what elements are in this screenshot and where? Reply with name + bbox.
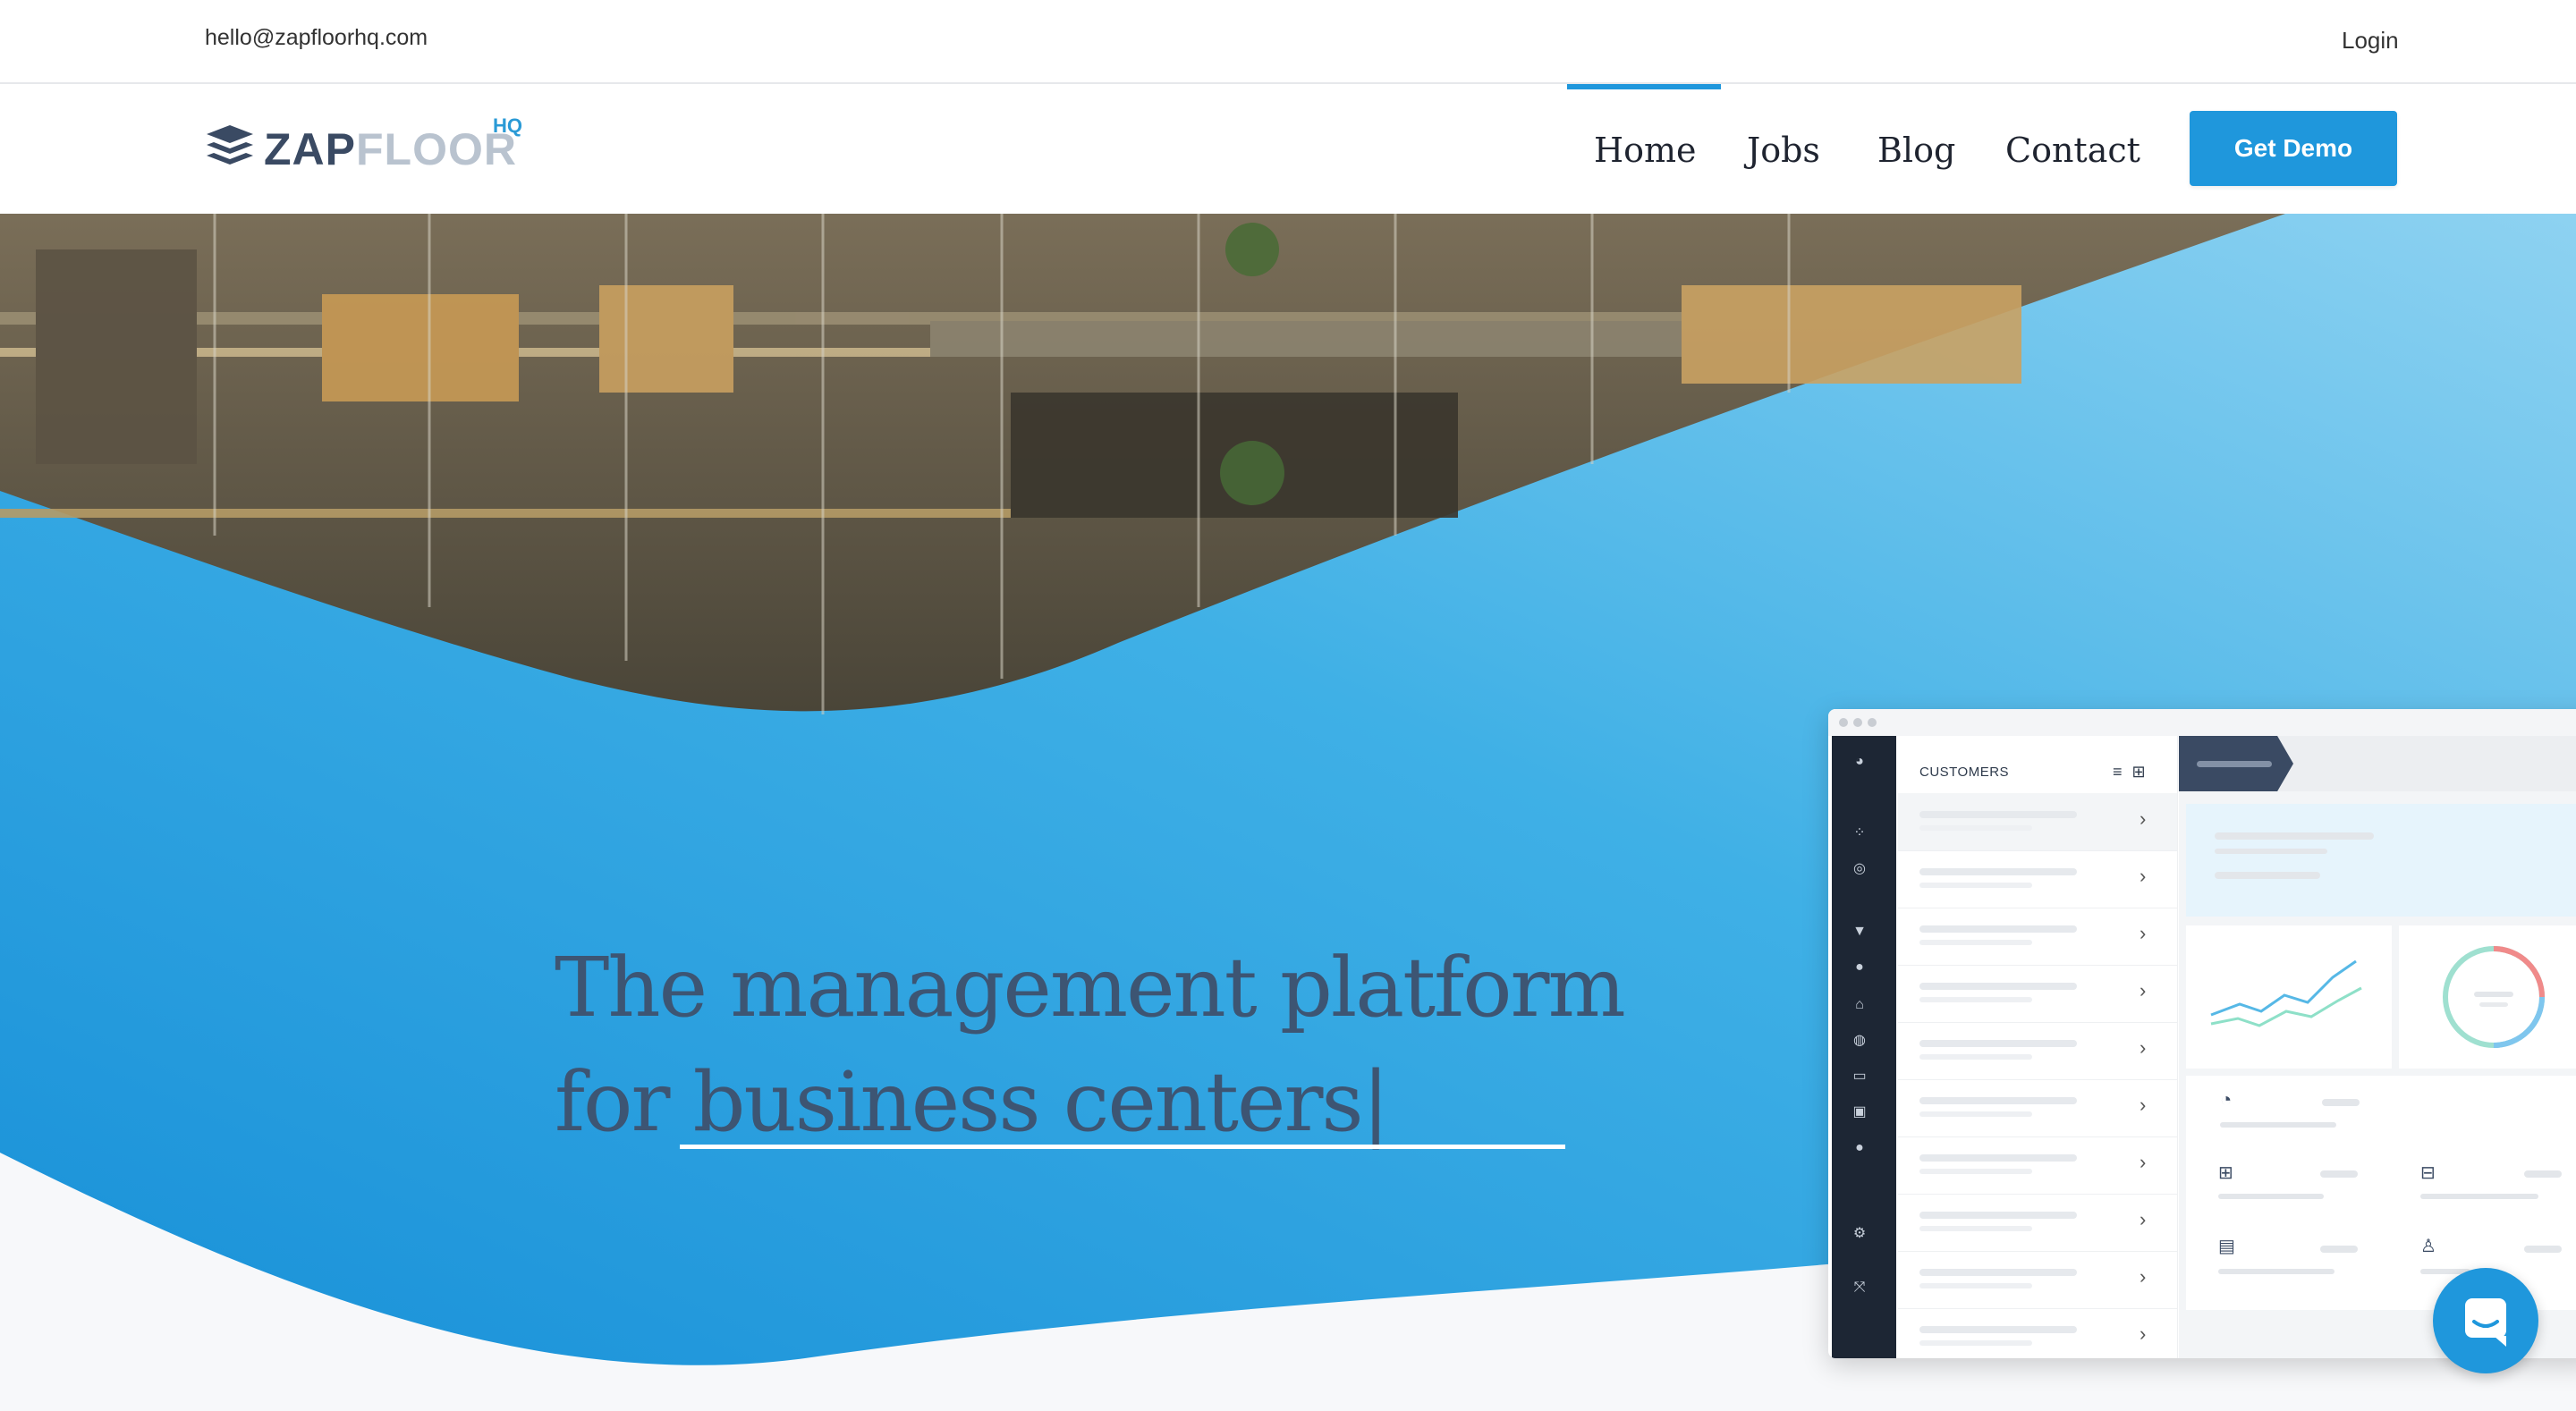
- list-item[interactable]: ›: [1898, 1308, 2177, 1358]
- contact-email[interactable]: hello@zapfloorhq.com: [205, 25, 428, 51]
- list-item[interactable]: ›: [1898, 850, 2177, 908]
- user-add-icon: ♙: [2420, 1237, 2436, 1256]
- headline-line-2: for business centers|: [555, 1054, 1390, 1150]
- gauge-icon: ◔: [2220, 1088, 2233, 1111]
- list-tools: ≡ ⊞: [2113, 763, 2146, 782]
- list-item[interactable]: ›: [1898, 965, 2177, 1023]
- detail-tab[interactable]: [2179, 736, 2293, 791]
- hero-headline: The management platform for business cen…: [555, 931, 1626, 1160]
- floorplan-icon: ⊞: [2218, 1163, 2233, 1183]
- chevron-right-icon: ›: [2140, 1208, 2147, 1230]
- expand-icon: ⤧: [1853, 1280, 1866, 1295]
- globe-icon: ◍: [1853, 1033, 1866, 1048]
- dashboard-mockup: ◕ ⁘ ◎ ▼ ● ⌂ ◍ ▭ ▣ ● ⚙ ⤧ CUSTOMERS ≡ ⊞ › …: [1828, 709, 2576, 1358]
- list-item[interactable]: ›: [1898, 1251, 2177, 1309]
- login-link[interactable]: Login: [2342, 27, 2399, 55]
- chevron-right-icon: ›: [2140, 1036, 2147, 1059]
- list-item[interactable]: ›: [1898, 1194, 2177, 1252]
- top-bar: hello@zapfloorhq.com Login: [0, 0, 2576, 84]
- list-item[interactable]: ›: [1898, 908, 2177, 966]
- filter-icon[interactable]: ≡: [2113, 763, 2123, 781]
- dashboard-icon: ◕: [1855, 754, 1864, 769]
- funnel-icon: ▼: [1852, 924, 1867, 939]
- logo-wordmark: ZAPFLOOR: [264, 124, 517, 174]
- users-icon: ●: [1855, 959, 1864, 975]
- chevron-right-icon: ›: [2140, 1151, 2147, 1173]
- nav-blog[interactable]: Blog: [1877, 131, 1955, 170]
- logo-stack-icon: [207, 125, 253, 165]
- nav-jobs[interactable]: Jobs: [1747, 131, 1820, 170]
- list-item[interactable]: ›: [1898, 1136, 2177, 1195]
- donut-icon: [2443, 946, 2545, 1048]
- target-icon: ◎: [1853, 861, 1866, 876]
- zapfloor-logo[interactable]: ZAPFLOOR HQ: [205, 114, 545, 184]
- mockup-detail-pane: ◔ ⊞ ⊟ ▤ ♙: [2179, 736, 2576, 1358]
- team-icon: ⁘: [1853, 825, 1866, 841]
- add-icon[interactable]: ⊞: [2132, 763, 2146, 781]
- chevron-right-icon: ›: [2140, 1265, 2147, 1288]
- id-card-icon: ▣: [1852, 1104, 1867, 1120]
- donut-chart-card: [2399, 925, 2576, 1069]
- settings-icon: ⚙: [1852, 1226, 1867, 1241]
- nav-contact[interactable]: Contact: [2005, 131, 2140, 170]
- sparkline-icon: [2210, 959, 2362, 1027]
- chevron-right-icon: ›: [2140, 922, 2147, 944]
- home-icon: ⌂: [1855, 997, 1864, 1012]
- mockup-sidebar: ◕ ⁘ ◎ ▼ ● ⌂ ◍ ▭ ▣ ● ⚙ ⤧: [1832, 736, 1896, 1358]
- building-icon: ⊟: [2420, 1163, 2436, 1183]
- headline-underline: [680, 1145, 1565, 1149]
- chevron-right-icon: ›: [2140, 979, 2147, 1001]
- list-item[interactable]: ›: [1898, 1022, 2177, 1080]
- logo-hq: HQ: [493, 114, 522, 137]
- line-chart-card: [2186, 925, 2392, 1069]
- list-item[interactable]: ›: [1898, 1079, 2177, 1137]
- card-icon: ▭: [1852, 1069, 1867, 1084]
- customers-header: CUSTOMERS: [1919, 765, 2010, 780]
- chat-icon: [2465, 1298, 2506, 1347]
- nav-home[interactable]: Home: [1594, 131, 1697, 170]
- active-indicator: [1567, 84, 1721, 89]
- list-item[interactable]: ›: [1898, 793, 2177, 851]
- chevron-right-icon: ›: [2140, 807, 2147, 830]
- get-demo-button[interactable]: Get Demo: [2190, 111, 2397, 186]
- headline-line-1: The management platform: [555, 940, 1626, 1035]
- chat-launcher-button[interactable]: [2433, 1268, 2538, 1373]
- main-nav: ZAPFLOOR HQ Home Jobs Blog Contact Get D…: [0, 84, 2576, 214]
- invoice-icon: ▤: [2218, 1237, 2235, 1256]
- chevron-right-icon: ›: [2140, 1322, 2147, 1345]
- chat-bubbles-icon: ●: [1855, 1140, 1864, 1155]
- chevron-right-icon: ›: [2140, 1094, 2147, 1116]
- detail-tabbar: [2179, 736, 2576, 791]
- customers-list: CUSTOMERS ≡ ⊞ › › › › › › › › › ›: [1898, 736, 2178, 1358]
- chevron-right-icon: ›: [2140, 865, 2147, 887]
- window-titlebar: [1828, 709, 2576, 736]
- detail-banner: [2186, 804, 2576, 917]
